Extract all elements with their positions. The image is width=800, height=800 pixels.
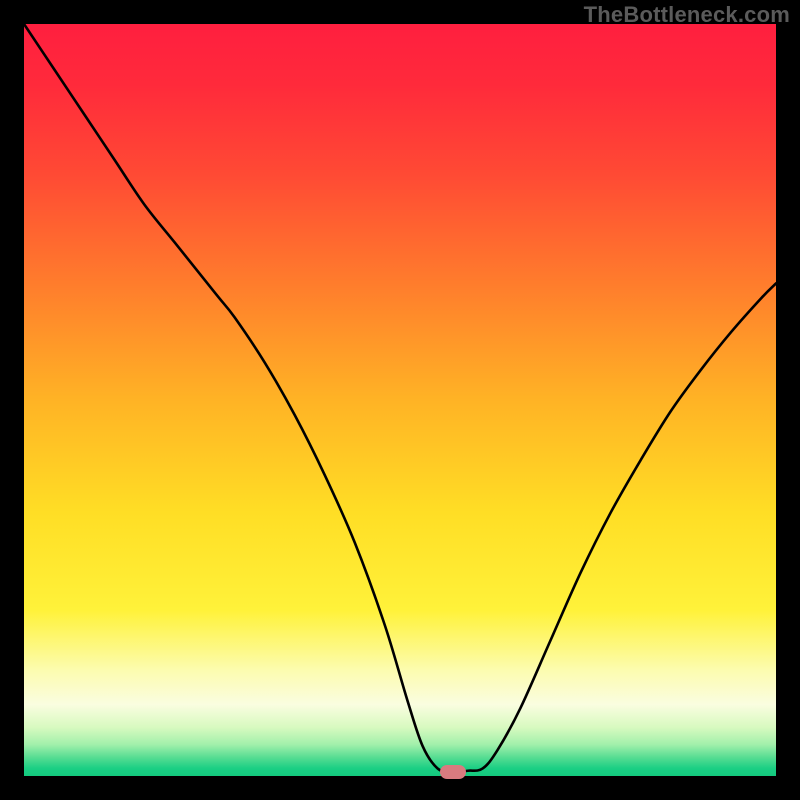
watermark-text: TheBottleneck.com	[584, 2, 790, 28]
chart-frame: TheBottleneck.com	[0, 0, 800, 800]
optimum-marker	[440, 765, 466, 779]
gradient-background	[24, 24, 776, 776]
bottleneck-chart	[24, 24, 776, 776]
